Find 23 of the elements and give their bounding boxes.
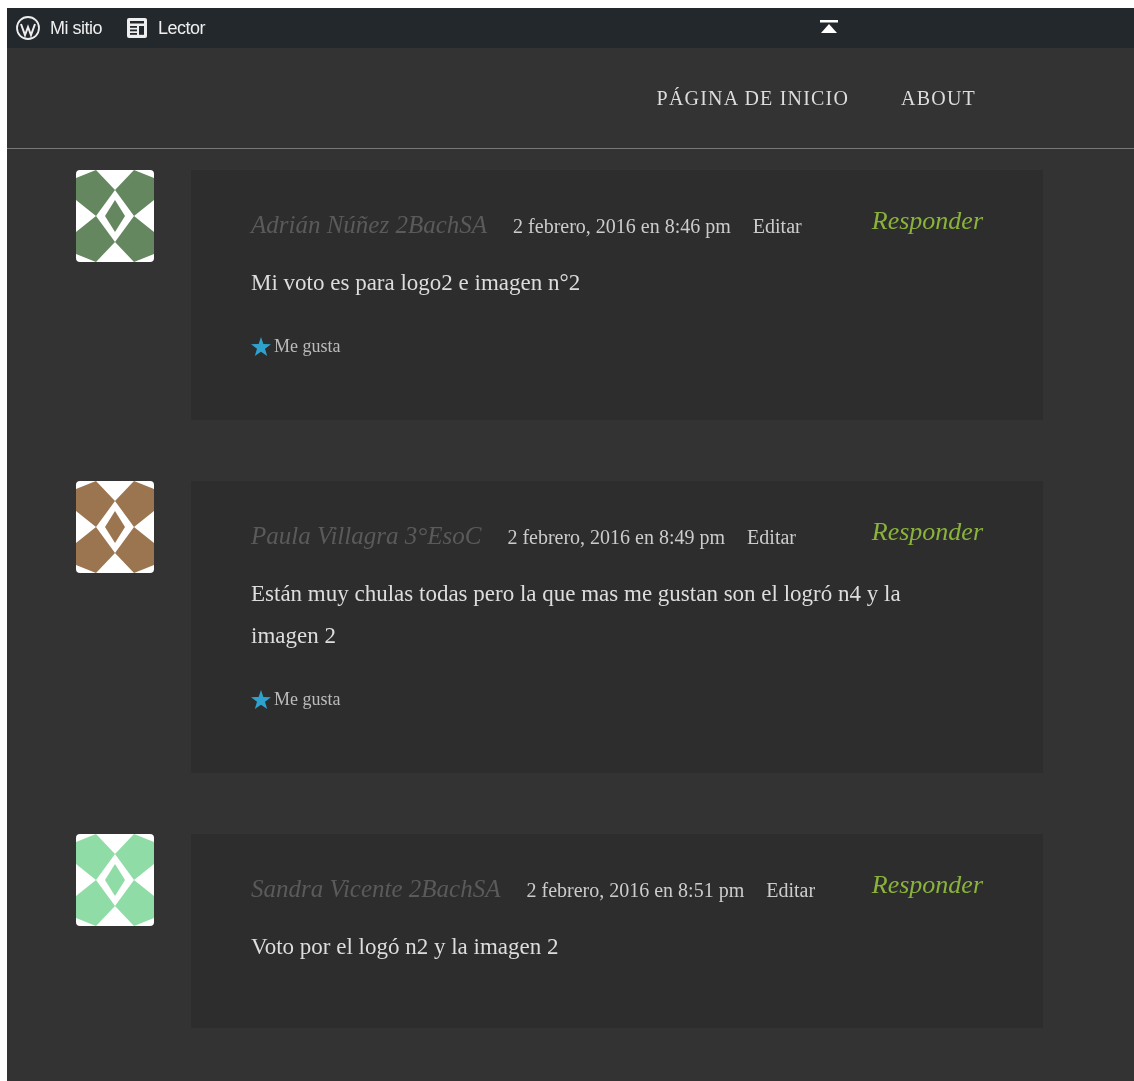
comment-text: Están muy chulas todas pero la que mas me gustan son el logró n4 y la imagen 2 — [251, 580, 902, 650]
reader-icon — [126, 17, 148, 39]
edit-link[interactable]: Editar — [752, 215, 802, 238]
star-icon — [251, 337, 271, 356]
reply-link[interactable]: Responder — [871, 206, 983, 236]
edit-link[interactable]: Editar — [766, 879, 816, 902]
wordpress-logo-icon — [16, 16, 40, 40]
reply-link[interactable]: Responder — [871, 870, 983, 900]
reply-link[interactable]: Responder — [871, 517, 983, 547]
admin-bar-link[interactable]: Mi sitio — [16, 16, 102, 40]
like-button[interactable]: Me gusta — [251, 336, 341, 357]
comment-date: 2 febrero, 2016 en 8:49 pm — [507, 526, 726, 549]
comment-date: 2 febrero, 2016 en 8:46 pm — [513, 215, 731, 238]
admin-bar-link[interactable]: Lector — [126, 17, 206, 39]
star-icon — [251, 690, 271, 709]
edit-link[interactable]: Editar — [747, 526, 796, 549]
comment-text: Voto por el logó n2 y la imagen 2 — [251, 933, 560, 961]
nav-link[interactable]: PÁGINA DE INICIO — [656, 86, 850, 110]
nav-link[interactable]: ABOUT — [901, 86, 976, 110]
collapse-up-icon[interactable] — [820, 20, 838, 34]
comment-text: Mi voto es para logo2 e imagen n°2 — [251, 269, 582, 297]
comment-date: 2 febrero, 2016 en 8:51 pm — [526, 879, 745, 902]
like-button[interactable]: Me gusta — [251, 689, 341, 710]
